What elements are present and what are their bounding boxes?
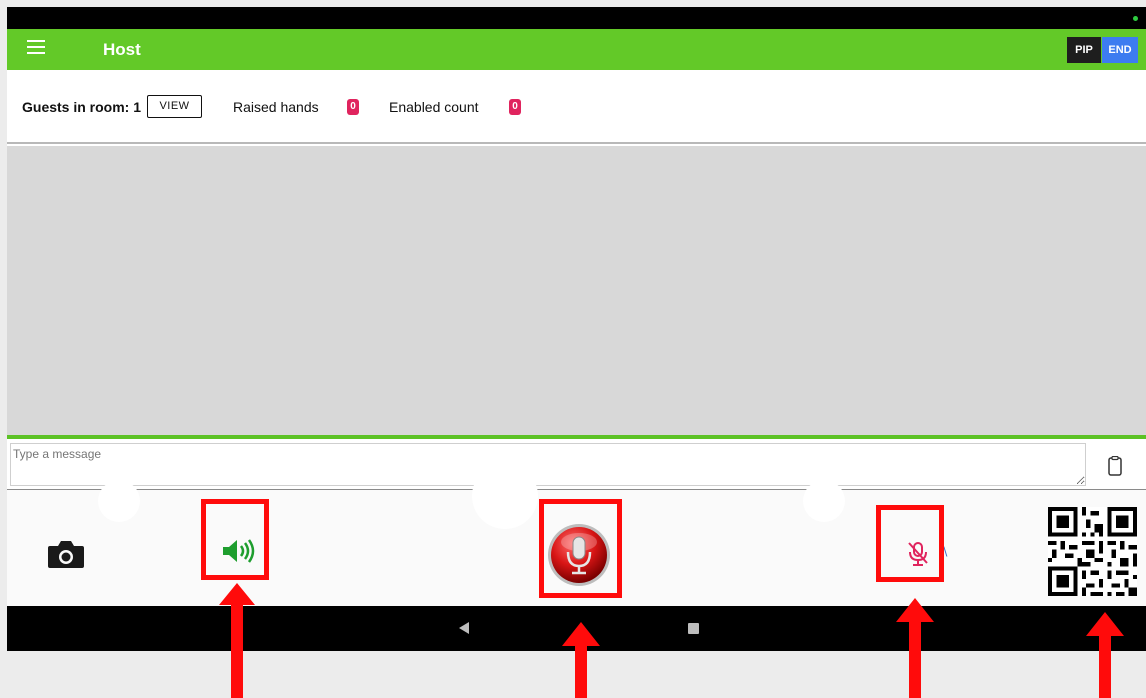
video-area	[7, 146, 1146, 435]
end-button[interactable]: END	[1102, 37, 1138, 63]
guests-in-room-label: Guests in room: 1	[22, 99, 142, 115]
view-guests-button[interactable]: VIEW	[147, 95, 202, 118]
enabled-count-label: Enabled count	[389, 99, 479, 115]
recents-icon[interactable]	[688, 623, 699, 634]
qr-code[interactable]	[1048, 506, 1137, 597]
annotation-arrow-icon	[1086, 612, 1124, 698]
highlight-box	[539, 499, 622, 598]
annotation-arrow-icon	[562, 622, 600, 698]
highlight-box	[876, 505, 944, 582]
camera-icon[interactable]	[47, 538, 85, 570]
message-input[interactable]	[10, 443, 1086, 486]
status-bar	[7, 7, 1146, 29]
raised-hands-label: Raised hands	[233, 99, 319, 115]
annotation-arrow-icon	[896, 598, 934, 698]
hamburger-menu-icon[interactable]	[27, 40, 45, 58]
touch-ripple	[803, 480, 845, 522]
status-indicator-icon	[1133, 16, 1138, 21]
touch-ripple	[98, 480, 140, 522]
message-row	[7, 439, 1146, 489]
highlight-box	[201, 499, 269, 580]
pip-button[interactable]: PIP	[1067, 37, 1101, 63]
app-bar: Host PIP END	[7, 29, 1146, 70]
page-title: Host	[103, 40, 141, 59]
enabled-count-badge: 0	[509, 99, 521, 115]
room-info-bar: Guests in room: 1 VIEW Raised hands 0 En…	[7, 70, 1146, 144]
back-icon[interactable]	[458, 622, 470, 634]
clipboard-icon[interactable]	[1108, 456, 1122, 476]
annotation-arrow-icon	[219, 583, 255, 698]
screenshot-stage: Host PIP END Guests in room: 1 VIEW Rais…	[0, 0, 1146, 698]
touch-ripple	[472, 463, 538, 529]
raised-hands-count-badge: 0	[347, 99, 359, 115]
